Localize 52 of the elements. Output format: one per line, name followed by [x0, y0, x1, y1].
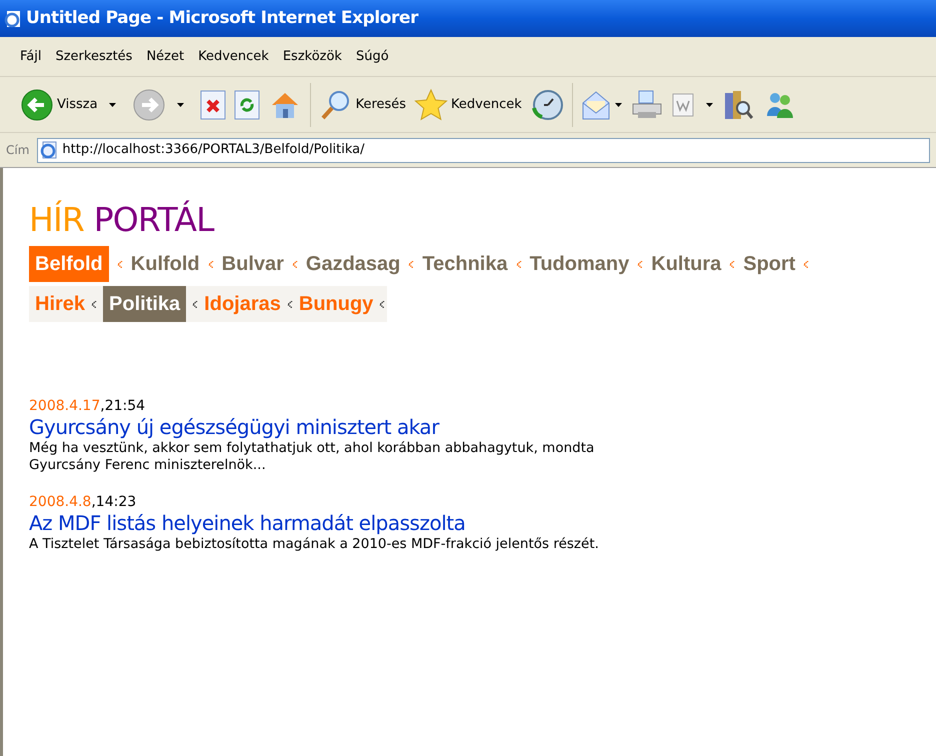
toolbar-label[interactable]: Kedvencek: [451, 94, 522, 114]
chevron-icon: [516, 260, 522, 268]
article-time: ,14:23: [91, 494, 136, 510]
article-date: 2008.4.8: [29, 494, 92, 510]
chevron-icon: [116, 260, 123, 268]
site-logo: HÍR PORTÁL: [29, 200, 216, 240]
chevron-icon: [91, 300, 98, 308]
category-tab[interactable]: Kultura: [651, 246, 722, 282]
chevron-icon: [729, 260, 736, 268]
article-summary: Még ha vesztünk, akkor sem folytathatjuk ott, ahol korábban abbahagytuk, mondta Gyurcsány Ferenc miniszterelnök...: [29, 440, 596, 474]
toolbar-label[interactable]: Vissza: [57, 94, 98, 114]
browser-page-icon: [40, 141, 58, 159]
menu-item[interactable]: Fájl: [20, 46, 42, 66]
stop-page-icon[interactable]: [200, 90, 226, 120]
history-clock-icon[interactable]: [530, 88, 564, 122]
category-tab[interactable]: Kulfold: [130, 246, 200, 282]
chevron-icon: [803, 260, 810, 268]
category-tab[interactable]: Bulvar: [222, 246, 284, 282]
chevron-icon: [379, 300, 386, 308]
subcategory-tab[interactable]: Politika: [103, 286, 186, 322]
chevron-icon: [408, 260, 414, 268]
dropdown-caret-icon[interactable]: [706, 102, 713, 106]
chevron-icon: [208, 260, 214, 268]
menu-item[interactable]: Eszközök: [282, 46, 342, 66]
chevron-icon: [637, 260, 644, 268]
star-icon[interactable]: [414, 88, 448, 122]
category-tab[interactable]: Technika: [422, 246, 508, 282]
refresh-page-icon[interactable]: [234, 90, 260, 120]
article-title-link[interactable]: Gyurcsány új egészségügyi minisztert akar: [29, 415, 599, 440]
category-tab[interactable]: Tudomany: [530, 246, 630, 282]
word-document-icon[interactable]: [672, 92, 694, 116]
menu-item[interactable]: Kedvencek: [198, 46, 269, 66]
window-title: Untitled Page - Microsoft Internet Explorer: [26, 6, 418, 30]
category-tab[interactable]: Sport: [743, 246, 796, 282]
dropdown-caret-icon[interactable]: [614, 102, 622, 106]
menu-item[interactable]: Súgó: [356, 46, 389, 66]
article-time: ,21:54: [100, 398, 146, 414]
article-title-link[interactable]: Az MDF listás helyeinek harmadát elpasszolta: [29, 511, 599, 536]
dropdown-caret-icon[interactable]: [108, 102, 116, 106]
chevron-icon: [192, 300, 198, 308]
browser-page-icon: [4, 10, 22, 28]
menu-item[interactable]: Szerkesztés: [55, 46, 132, 66]
chevron-icon: [292, 260, 298, 268]
article-date: 2008.4.17: [29, 398, 100, 414]
address-field[interactable]: http://localhost:3366/PORTAL3/Belfold/Politika/: [37, 138, 930, 162]
toolbar-label[interactable]: Keresés: [356, 94, 406, 114]
chevron-icon: [286, 300, 293, 308]
article-summary: A Tisztelet Társasága bebiztosította magának a 2010-es MDF-frakció jelentős részét.: [29, 536, 599, 553]
category-tab[interactable]: Gazdasag: [306, 246, 400, 282]
menu-item[interactable]: Nézet: [146, 46, 184, 66]
address-label: Cím: [6, 142, 30, 159]
dropdown-caret-icon[interactable]: [176, 102, 184, 106]
